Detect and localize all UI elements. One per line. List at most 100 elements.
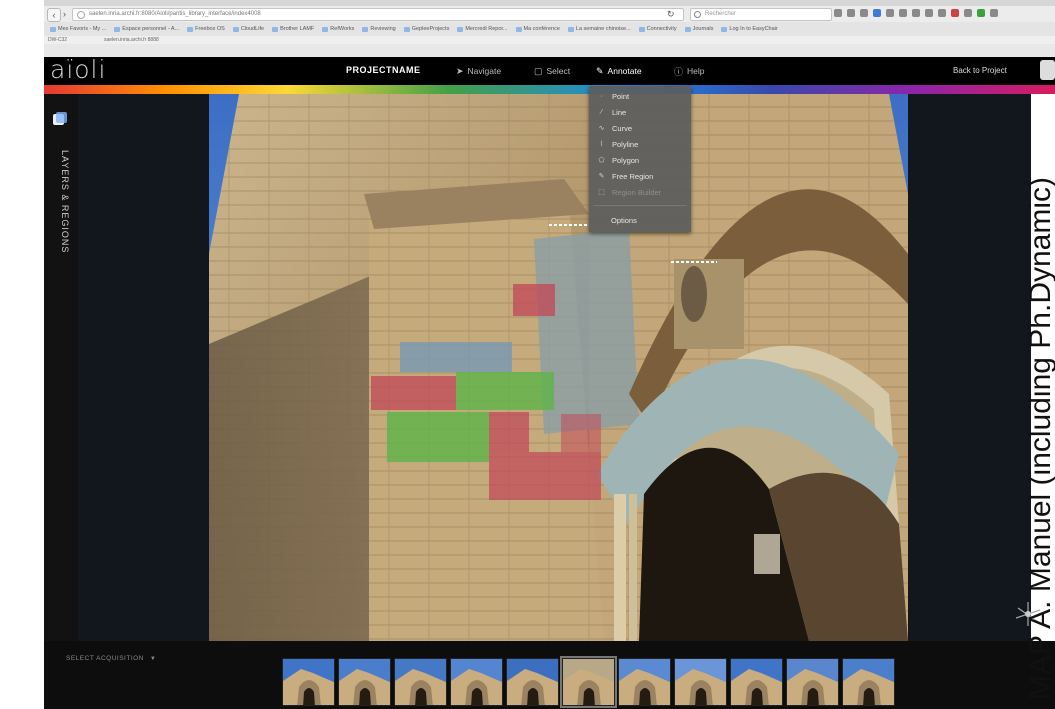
folder-icon [515,26,522,32]
bookmark-label: Mercredi Repor... [465,26,508,32]
church-photo-viewer[interactable] [209,94,908,641]
annotate-polygon-label: Polygon [612,155,640,165]
bookmark-label: Connectivity [646,26,677,32]
navigate-menu[interactable]: ➤ Navigate [456,64,501,78]
curve-icon: ∿ [598,125,605,132]
church-photo [209,94,908,641]
annotate-free-region-label: Free Region [612,171,654,181]
app-header: aïoli PROJECTNAME ➤ Navigate ▢ Select ✎ … [44,55,1055,85]
select-acquisition-dropdown[interactable]: SELECT ACQUISITION ▼ [66,655,156,662]
acquisition-thumbnail[interactable] [282,658,335,706]
pen-icon: ✎ [596,65,604,76]
bookmark-label: La semaine chinoise... [575,26,631,32]
bookmark-item[interactable]: Espace personnel - A... [114,26,179,32]
addon-red-icon[interactable] [951,9,959,17]
status-left: DW-C32 [48,37,68,43]
back-icon[interactable]: ‹ [47,8,61,22]
bookmark-label: Journals [692,26,714,32]
annotate-polygon[interactable]: ⬠ Polygon [597,154,639,166]
bookmark-label: Ma conférence [523,26,560,32]
layers-icon[interactable] [53,112,67,126]
acquisition-thumbnail[interactable] [450,658,503,706]
annotate-menu[interactable]: ✎ Annotate [596,64,642,78]
bookmark-item[interactable]: Reviewing [362,26,396,32]
pocket-icon[interactable] [860,9,868,17]
bookmark-label: RefWorks [330,26,355,32]
addon-icon[interactable] [912,9,920,17]
help-icon: ⓘ [674,66,684,77]
bookmark-item[interactable]: CloudLife [232,26,264,32]
browser-chrome: ‹ › saelen.inria.archi.fr:8080/Aioli/pan… [44,0,1055,57]
share-icon[interactable] [899,9,907,17]
reload-icon[interactable]: ↻ [667,9,675,20]
region-builder-icon: ⬚ [598,189,605,196]
annotate-point[interactable]: · Point [597,90,629,102]
acquisition-thumbnail[interactable] [730,658,783,706]
acquisition-thumbnail[interactable] [842,658,895,706]
select-acquisition-label: SELECT ACQUISITION [66,655,144,662]
annotate-region-builder[interactable]: ⬚ Region Builder [597,186,661,198]
search-placeholder: Rechercher [705,11,737,17]
bookmark-label: GepleeProjects [411,26,450,32]
forward-icon[interactable]: › [61,8,68,20]
bookmark-item[interactable]: Mes Favoris - My ... [50,26,106,32]
folder-icon [638,26,645,32]
bookmark-item[interactable]: GepleeProjects [403,26,450,32]
bookmark-item[interactable]: Log In to EasyChair [721,26,778,32]
sidebar: LAYERS & REGIONS [44,94,78,709]
browser-toolbar [834,9,998,19]
menu-icon[interactable] [990,9,998,17]
browser-search-input[interactable]: Rechercher [690,8,832,21]
bookmark-label: Espace personnel - A... [122,26,180,32]
secondary-status-row: DW-C32 saelen.inria.archi.fr 8888 [44,36,1055,44]
bookmark-item[interactable]: Journals [684,26,714,32]
bookmarks-bar: Mes Favoris - My ... Espace personnel - A… [44,22,1055,36]
project-name: PROJECTNAME [346,65,421,75]
back-to-project-button[interactable]: Back to Project [953,66,1007,75]
acquisition-thumbnail[interactable] [618,658,671,706]
bookmark-item[interactable]: Connectivity [638,26,677,32]
home-icon[interactable] [886,9,894,17]
bookmark-item[interactable]: Freebox OS [187,26,225,32]
annotate-curve[interactable]: ∿ Curve [597,122,632,134]
acquisition-thumbnail[interactable] [506,658,559,706]
bookmark-item[interactable]: RefWorks [322,26,354,32]
zotero-icon[interactable] [938,9,946,17]
help-menu[interactable]: ⓘ Help [674,64,705,78]
select-menu[interactable]: ▢ Select [534,64,570,78]
acquisition-thumbnail[interactable] [338,658,391,706]
annotate-line[interactable]: ⁄ Line [597,106,626,118]
user-icon[interactable] [1040,60,1055,80]
bookmark-item[interactable]: Brother LAMF [272,26,314,32]
bookmark-item[interactable]: Ma conférence [515,26,560,32]
select-label: Select [546,66,571,76]
bookmark-item[interactable]: La semaine chinoise... [567,26,631,32]
url-text: saelen.inria.archi.fr:8080/Aioli/pantis_… [89,11,261,17]
acquisition-thumbnail[interactable] [394,658,447,706]
annotate-polyline-label: Polyline [612,139,639,149]
bookmark-label: Freebox OS [195,26,225,32]
download-icon[interactable] [873,9,881,17]
info-icon[interactable] [77,11,85,19]
acquisition-thumbnail[interactable] [786,658,839,706]
annotate-polyline[interactable]: ⌇ Polyline [597,138,638,150]
url-bar[interactable]: saelen.inria.archi.fr:8080/Aioli/pantis_… [72,8,684,21]
annotate-free-region[interactable]: ✎ Free Region [597,170,654,182]
status-green-icon[interactable] [977,9,985,17]
extension-icon[interactable] [964,9,972,17]
annotate-options[interactable]: Options [611,214,637,226]
acquisition-thumbnail[interactable] [560,656,617,708]
layers-regions-tab[interactable]: LAYERS & REGIONS [60,150,70,253]
folder-icon [362,26,369,32]
bookmark-item[interactable]: Mercredi Repor... [457,26,508,32]
reader-icon[interactable] [847,9,855,17]
annotate-point-label: Point [612,91,630,101]
annotate-region-builder-label: Region Builder [612,187,662,197]
folder-icon [403,26,410,32]
star-icon[interactable] [834,9,842,17]
folder-icon [187,26,194,32]
annotate-curve-label: Curve [612,123,633,133]
acquisition-thumbnail[interactable] [674,658,727,706]
sync-icon[interactable] [925,9,933,17]
bookmark-label: Log In to EasyChair [729,26,778,32]
